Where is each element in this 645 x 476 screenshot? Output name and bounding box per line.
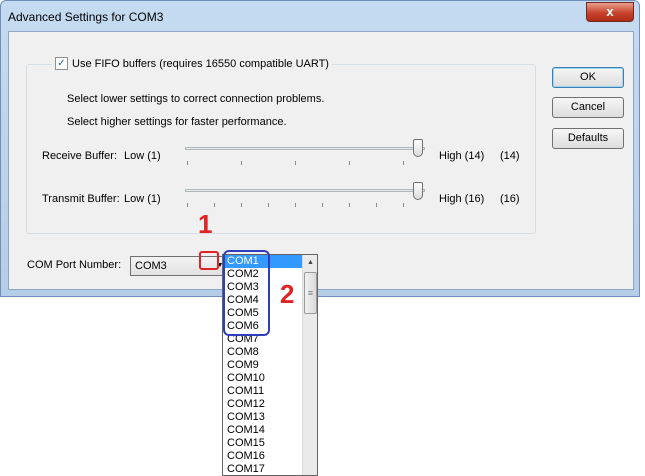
receive-tick <box>403 161 404 165</box>
fifo-checkbox[interactable]: ✓ <box>55 57 68 70</box>
receive-buffer-label: Receive Buffer: <box>42 150 118 162</box>
receive-tick <box>241 161 242 165</box>
dropdown-item-com11[interactable]: COM11 <box>223 385 303 398</box>
dropdown-item-com13[interactable]: COM13 <box>223 411 303 424</box>
com-port-value: COM3 <box>135 260 167 272</box>
dropdown-item-com15[interactable]: COM15 <box>223 437 303 450</box>
scroll-up-icon[interactable]: ▲ <box>303 255 317 271</box>
annotation-box-step2 <box>223 250 270 336</box>
receive-low-label: Low (1) <box>124 150 161 162</box>
transmit-tick <box>214 203 215 207</box>
dropdown-item-com12[interactable]: COM12 <box>223 398 303 411</box>
title-bar[interactable]: Advanced Settings for COM3 x <box>1 1 639 31</box>
dropdown-item-com10[interactable]: COM10 <box>223 372 303 385</box>
transmit-value: (16) <box>500 193 520 205</box>
transmit-tick <box>403 203 404 207</box>
fifo-checkbox-label: Use FIFO buffers (requires 16550 compati… <box>72 57 329 70</box>
transmit-tick <box>295 203 296 207</box>
annotation-box-step1 <box>199 251 219 270</box>
window-title: Advanced Settings for COM3 <box>8 10 164 24</box>
dialog-window: Advanced Settings for COM3 x ✓ Use FIFO … <box>0 0 640 297</box>
transmit-buffer-label: Transmit Buffer: <box>42 193 120 205</box>
transmit-tick <box>268 203 269 207</box>
defaults-button[interactable]: Defaults <box>552 128 624 149</box>
receive-buffer-slider[interactable] <box>185 147 425 150</box>
dropdown-item-com16[interactable]: COM16 <box>223 450 303 463</box>
fifo-checkbox-row[interactable]: ✓ Use FIFO buffers (requires 16550 compa… <box>52 57 332 70</box>
receive-tick <box>295 161 296 165</box>
com-port-label: COM Port Number: <box>27 259 122 271</box>
receive-high-label: High (14) <box>439 150 485 162</box>
ok-button[interactable]: OK <box>552 67 624 88</box>
close-icon: x <box>606 4 614 19</box>
dropdown-item-com9[interactable]: COM9 <box>223 359 303 372</box>
annotation-step1: 1 <box>198 209 213 239</box>
dropdown-item-com17[interactable]: COM17 <box>223 463 303 475</box>
dialog-client-area: ✓ Use FIFO buffers (requires 16550 compa… <box>8 31 634 290</box>
receive-value: (14) <box>500 150 520 162</box>
receive-slider-thumb[interactable] <box>413 139 423 157</box>
transmit-tick <box>322 203 323 207</box>
dropdown-scrollbar[interactable]: ▲ ≡ <box>302 255 317 475</box>
transmit-low-label: Low (1) <box>124 193 161 205</box>
transmit-slider-thumb[interactable] <box>413 182 423 200</box>
scroll-thumb[interactable]: ≡ <box>304 272 317 314</box>
transmit-buffer-slider[interactable] <box>185 189 425 192</box>
receive-tick <box>187 161 188 165</box>
annotation-step2: 2 <box>280 279 295 309</box>
hint-lower: Select lower settings to correct connect… <box>67 93 325 105</box>
dropdown-item-com14[interactable]: COM14 <box>223 424 303 437</box>
transmit-high-label: High (16) <box>439 193 485 205</box>
receive-tick <box>349 161 350 165</box>
transmit-tick <box>376 203 377 207</box>
transmit-tick <box>241 203 242 207</box>
cancel-button[interactable]: Cancel <box>552 97 624 118</box>
close-button[interactable]: x <box>586 2 634 22</box>
hint-higher: Select higher settings for faster perfor… <box>67 116 287 128</box>
transmit-tick <box>349 203 350 207</box>
transmit-tick <box>187 203 188 207</box>
dropdown-item-com8[interactable]: COM8 <box>223 346 303 359</box>
